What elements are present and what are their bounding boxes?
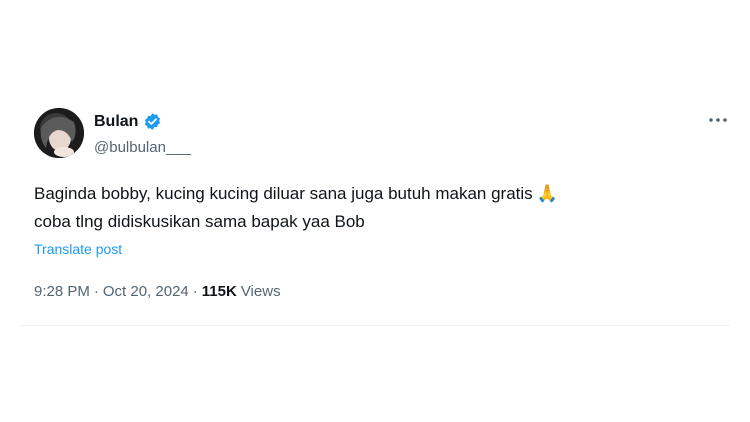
views-label: Views — [240, 283, 281, 300]
verified-badge-icon — [143, 112, 162, 131]
tweet-text-line-2: coba tlng didiskusikan sama bapak yaa Bo… — [34, 212, 365, 231]
author-name-row[interactable]: Bulan — [94, 112, 162, 131]
tweet-date[interactable]: Oct 20, 2024 — [103, 283, 189, 300]
tweet-text: Baginda bobby, kucing kucing diluar sana… — [34, 180, 714, 236]
tweet-card: Bulan @bulbulan___ Baginda bobby, kucing… — [0, 0, 750, 422]
translate-post-link[interactable]: Translate post — [34, 241, 122, 257]
tweet-meta: 9:28 PM · Oct 20, 2024 · 115K Views — [34, 283, 281, 300]
divider — [20, 325, 730, 326]
meta-separator: · — [192, 283, 198, 300]
author-display-name[interactable]: Bulan — [94, 113, 138, 131]
author-handle[interactable]: @bulbulan___ — [94, 139, 191, 156]
more-options-icon[interactable] — [707, 112, 729, 128]
meta-separator: · — [93, 283, 99, 300]
views-count[interactable]: 115K — [202, 283, 237, 300]
tweet-time[interactable]: 9:28 PM — [34, 283, 90, 300]
tweet-text-line-1: Baginda bobby, kucing kucing diluar sana… — [34, 184, 533, 203]
folded-hands-icon: 🙏 — [536, 184, 558, 203]
avatar[interactable] — [34, 108, 84, 158]
avatar-image — [34, 108, 84, 158]
